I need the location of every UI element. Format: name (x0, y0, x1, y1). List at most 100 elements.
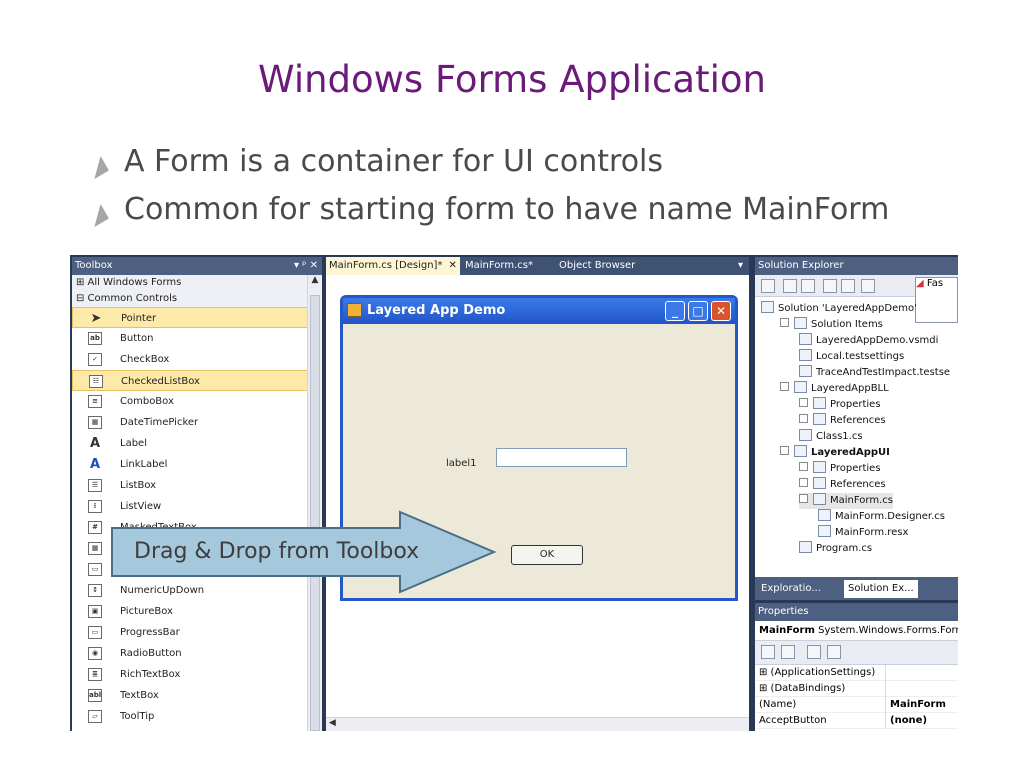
toolbox-item[interactable]: ✓ CheckBox (72, 349, 322, 370)
design-surface[interactable]: Layered App Demo _ □ ✕ label1 OK ◀ (326, 275, 749, 731)
linklabel-icon: A (89, 457, 101, 472)
properties-object-selector[interactable]: MainForm System.Windows.Forms.Form (755, 621, 958, 641)
alphabetical-icon[interactable] (781, 645, 795, 659)
toolbox-item[interactable]: ≡ ComboBox (72, 391, 322, 412)
form-textbox1[interactable] (496, 448, 627, 467)
tree-node[interactable]: References (799, 413, 886, 429)
toolbox-item[interactable]: A LinkLabel (72, 454, 322, 475)
properties-view-icon[interactable] (807, 645, 821, 659)
view-designer-icon[interactable] (841, 279, 855, 293)
tree-node[interactable]: Solution 'LayeredAppDemo' (761, 301, 917, 317)
collapse-icon[interactable] (780, 382, 789, 391)
form-title-bar[interactable]: Layered App Demo _ □ ✕ (343, 298, 735, 324)
close-icon[interactable]: ✕ (448, 260, 456, 271)
collapse-icon[interactable] (799, 494, 808, 503)
toolbox-item-label: PictureBox (120, 606, 173, 617)
toolbox-item-label: ListBox (120, 480, 157, 491)
tree-node[interactable]: Local.testsettings (799, 349, 904, 365)
toolbox-item[interactable]: abl TextBox (72, 685, 322, 706)
toolbox-item[interactable]: ▭ ProgressBar (72, 622, 322, 643)
ok-button[interactable]: OK (511, 545, 583, 565)
file-icon (813, 477, 826, 489)
document-tabs: MainForm.cs [Design]* ✕ MainForm.cs* Obje… (326, 257, 749, 275)
toolbox-item[interactable]: ◉ RadioButton (72, 643, 322, 664)
file-icon (818, 525, 831, 537)
tree-node[interactable]: Properties (799, 397, 881, 413)
tree-node[interactable]: References (799, 477, 886, 493)
tree-node[interactable]: LayeredAppBLL (780, 381, 889, 397)
tree-node-label: References (830, 479, 886, 490)
property-row[interactable]: ⊞ (DataBindings) (755, 681, 958, 697)
expand-icon[interactable] (799, 478, 808, 487)
button-icon: ab (88, 332, 102, 345)
collapse-icon[interactable] (780, 446, 789, 455)
close-icon[interactable]: ✕ (711, 301, 731, 321)
tree-node[interactable]: Properties (799, 461, 881, 477)
properties-title-bar: Properties (755, 603, 958, 621)
view-code-icon[interactable] (823, 279, 837, 293)
toolbox-item[interactable]: ▱ ToolTip (72, 706, 322, 727)
numericupdown-icon: ↕ (88, 584, 102, 597)
tree-node[interactable]: MainForm.Designer.cs (818, 509, 945, 525)
tree-node[interactable]: Solution Items (780, 317, 883, 333)
toolbox-item[interactable]: ab Button (72, 328, 322, 349)
toolbox-title-bar: Toolbox ▾ ᵖ ✕ (72, 257, 322, 275)
bullet-item: ◢ Common for starting form to have name M… (83, 192, 889, 230)
designer-horizontal-scrollbar[interactable]: ◀ (326, 717, 749, 731)
tree-node-label: MainForm.cs (830, 495, 893, 506)
toolbox-item[interactable]: ▦ DateTimePicker (72, 412, 322, 433)
chevron-down-icon[interactable]: ▾ (738, 257, 743, 275)
tree-node-label: LayeredAppBLL (811, 383, 889, 394)
properties-icon[interactable] (761, 279, 775, 293)
monthcalendar-icon: ▦ (88, 542, 102, 555)
form-title: Layered App Demo (367, 303, 506, 318)
expand-icon[interactable] (799, 398, 808, 407)
events-icon[interactable] (827, 645, 841, 659)
tree-node[interactable]: Program.cs (799, 541, 872, 557)
property-row[interactable]: AcceptButton (none) (755, 713, 958, 729)
tab-exploration[interactable]: Exploratio... (757, 580, 825, 598)
tree-node-label: Program.cs (816, 543, 873, 554)
collapse-icon[interactable] (780, 318, 789, 327)
toolbox-category-all[interactable]: ⊞ All Windows Forms (72, 275, 322, 291)
expand-icon[interactable] (799, 462, 808, 471)
tree-node[interactable]: LayeredAppUI (780, 445, 890, 461)
form-label1[interactable]: label1 (446, 458, 477, 469)
bullet-text: A Form is a container for UI controls (124, 144, 664, 179)
tree-node[interactable]: MainForm.resx (818, 525, 908, 541)
fast-popup[interactable]: ◢ Fas (915, 277, 958, 323)
toolbox-scrollbar[interactable]: ▲ (307, 275, 322, 731)
toolbox-item[interactable]: ▣ PictureBox (72, 601, 322, 622)
pane-controls-icon[interactable]: ▾ ᵖ ✕ (294, 257, 318, 275)
toolbox-item-label: TextBox (120, 690, 159, 701)
toolbox-item[interactable]: ☰ ListBox (72, 475, 322, 496)
toolbox-item[interactable]: ☷ CheckedListBox (72, 370, 322, 391)
expand-icon[interactable] (799, 414, 808, 423)
toolbox-category-common[interactable]: ⊟ Common Controls (72, 291, 322, 307)
file-icon (818, 509, 831, 521)
minimize-icon[interactable]: _ (665, 301, 685, 321)
property-row[interactable]: ⊞ (ApplicationSettings) (755, 665, 958, 681)
property-row[interactable]: (Name) MainForm (755, 697, 958, 713)
scroll-up-icon[interactable]: ▲ (308, 275, 322, 291)
show-all-files-icon[interactable] (783, 279, 797, 293)
categorized-icon[interactable] (761, 645, 775, 659)
toolbox-item-label: ToolTip (120, 711, 155, 722)
refresh-icon[interactable] (801, 279, 815, 293)
pointer-icon: ➤ (90, 311, 102, 326)
tab-mainform-code[interactable]: MainForm.cs* (462, 257, 536, 275)
tab-object-browser[interactable]: Object Browser (556, 257, 638, 275)
class-diagram-icon[interactable] (861, 279, 875, 293)
maximize-icon[interactable]: □ (688, 301, 708, 321)
toolbox-item[interactable]: A Label (72, 433, 322, 454)
toolbox-item[interactable]: ≣ RichTextBox (72, 664, 322, 685)
file-icon (794, 445, 807, 457)
tab-solution-explorer[interactable]: Solution Ex... (844, 580, 918, 598)
tree-node[interactable]: LayeredAppDemo.vsmdi (799, 333, 938, 349)
tab-mainform-design[interactable]: MainForm.cs [Design]* ✕ (326, 257, 460, 275)
tree-node[interactable]: Class1.cs (799, 429, 863, 445)
file-icon (761, 301, 774, 313)
tree-node[interactable]: MainForm.cs (799, 493, 893, 509)
toolbox-item[interactable]: ➤ Pointer (72, 307, 322, 328)
tree-node[interactable]: TraceAndTestImpact.testse (799, 365, 950, 381)
